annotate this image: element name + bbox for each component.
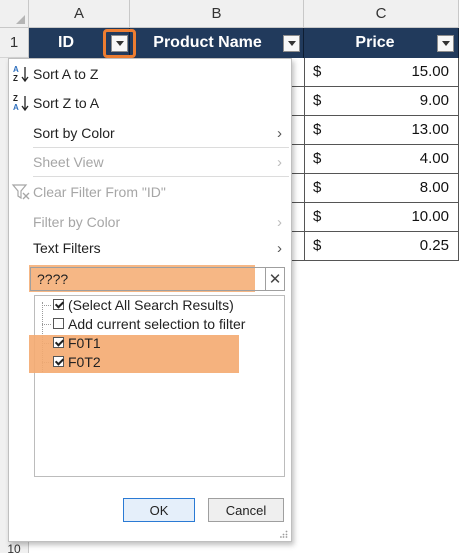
- menu-item-label: Filter by Color: [33, 214, 121, 230]
- svg-text:A: A: [13, 103, 19, 112]
- column-letter: B: [211, 5, 222, 22]
- tree-connector: [42, 305, 51, 306]
- list-item-label: (Select All Search Results): [68, 296, 234, 313]
- menu-item-filter-by-color: Filter by Color ›: [9, 209, 291, 235]
- menu-separator: [33, 176, 289, 177]
- menu-item-sort-by-color[interactable]: Sort by Color ›: [9, 120, 291, 146]
- column-letter: A: [73, 5, 84, 22]
- resize-grip-icon[interactable]: [280, 530, 288, 538]
- ok-button[interactable]: OK: [123, 498, 195, 522]
- menu-item-sheet-view: Sheet View ›: [9, 149, 291, 175]
- currency-symbol: $: [313, 208, 322, 225]
- clear-search-button[interactable]: ✕: [265, 267, 285, 291]
- svg-text:Z: Z: [13, 74, 18, 83]
- filter-dropdown-button-price[interactable]: [437, 35, 454, 52]
- menu-item-label: Sort A to Z: [33, 66, 99, 82]
- filter-button-highlight: [103, 29, 136, 58]
- list-item-label: F0T1: [68, 334, 101, 351]
- currency-symbol: $: [313, 150, 322, 167]
- clear-filter-icon: [11, 184, 30, 200]
- menu-item-label: Sheet View: [33, 154, 104, 170]
- menu-item-label: Sort Z to A: [33, 95, 100, 111]
- filter-dropdown-icon: [441, 41, 450, 46]
- currency-symbol: $: [313, 63, 322, 80]
- checkbox-unchecked[interactable]: [53, 318, 64, 329]
- price-value: 4.00: [419, 150, 449, 167]
- list-item-add-to-filter[interactable]: Add current selection to filter: [53, 314, 245, 333]
- header-text: Product Name: [153, 34, 262, 51]
- checkbox-checked[interactable]: [53, 356, 64, 367]
- header-cell-price[interactable]: Price: [304, 28, 459, 58]
- row-number: 1: [9, 34, 19, 51]
- row-number: 10: [7, 542, 21, 553]
- list-item-label: Add current selection to filter: [68, 315, 246, 332]
- autofilter-menu: A Z Sort A to Z Z A Sort Z to A Sort by …: [8, 58, 292, 542]
- cancel-button[interactable]: Cancel: [208, 498, 284, 522]
- list-item-value[interactable]: F0T2: [53, 352, 101, 371]
- price-cell[interactable]: $15.00: [304, 58, 459, 87]
- header-cell-product-name[interactable]: Product Name: [130, 28, 304, 58]
- price-value: 15.00: [411, 63, 449, 80]
- price-value: 8.00: [419, 179, 449, 196]
- chevron-right-icon: ›: [277, 154, 282, 171]
- menu-item-label: Clear Filter From "ID": [33, 184, 166, 200]
- price-cell[interactable]: $9.00: [304, 87, 459, 116]
- checkbox-checked[interactable]: [53, 299, 64, 310]
- currency-symbol: $: [313, 92, 322, 109]
- menu-item-text-filters[interactable]: Text Filters ›: [9, 235, 291, 261]
- menu-item-label: Text Filters: [33, 240, 101, 256]
- currency-symbol: $: [313, 121, 322, 138]
- list-item-value[interactable]: F0T1: [53, 333, 101, 352]
- price-cell[interactable]: $4.00: [304, 145, 459, 174]
- price-cell[interactable]: $8.00: [304, 174, 459, 203]
- price-cell[interactable]: $10.00: [304, 203, 459, 232]
- sort-az-icon: A Z: [13, 65, 29, 83]
- price-value: 10.00: [411, 208, 449, 225]
- price-cell[interactable]: $13.00: [304, 116, 459, 145]
- price-value: 9.00: [419, 92, 449, 109]
- chevron-right-icon: ›: [277, 125, 282, 142]
- price-value: 0.25: [419, 237, 449, 254]
- price-cell[interactable]: $0.25: [304, 232, 459, 261]
- row-header-1[interactable]: 1: [0, 28, 29, 58]
- currency-symbol: $: [313, 237, 322, 254]
- header-text: ID: [58, 34, 74, 51]
- menu-item-clear-filter: Clear Filter From "ID": [9, 179, 291, 205]
- svg-text:Z: Z: [13, 94, 18, 103]
- column-header-b[interactable]: B: [130, 0, 304, 28]
- checkbox-checked[interactable]: [53, 337, 64, 348]
- list-item-select-all[interactable]: (Select All Search Results): [53, 295, 234, 314]
- chevron-right-icon: ›: [277, 214, 282, 231]
- filter-dropdown-icon: [287, 41, 296, 46]
- select-all-corner[interactable]: [0, 0, 29, 28]
- chevron-right-icon: ›: [277, 240, 282, 257]
- column-header-c[interactable]: C: [304, 0, 459, 28]
- close-icon: ✕: [268, 271, 282, 288]
- sort-za-icon: Z A: [13, 94, 29, 112]
- column-letter: C: [375, 5, 387, 22]
- menu-separator: [33, 147, 289, 148]
- header-text: Price: [355, 34, 395, 51]
- menu-item-label: Sort by Color: [33, 125, 115, 141]
- svg-text:A: A: [13, 65, 19, 74]
- search-field[interactable]: [30, 267, 266, 291]
- corner-triangle-icon: [16, 15, 25, 24]
- tree-connector: [42, 324, 51, 325]
- menu-item-sort-z-to-a[interactable]: Z A Sort Z to A: [9, 90, 291, 116]
- menu-item-sort-a-to-z[interactable]: A Z Sort A to Z: [9, 61, 291, 87]
- price-value: 13.00: [411, 121, 449, 138]
- column-header-a[interactable]: A: [29, 0, 130, 28]
- list-item-label: F0T2: [68, 353, 101, 370]
- search-input[interactable]: [31, 268, 265, 290]
- filter-dropdown-button-product-name[interactable]: [283, 35, 300, 52]
- currency-symbol: $: [313, 179, 322, 196]
